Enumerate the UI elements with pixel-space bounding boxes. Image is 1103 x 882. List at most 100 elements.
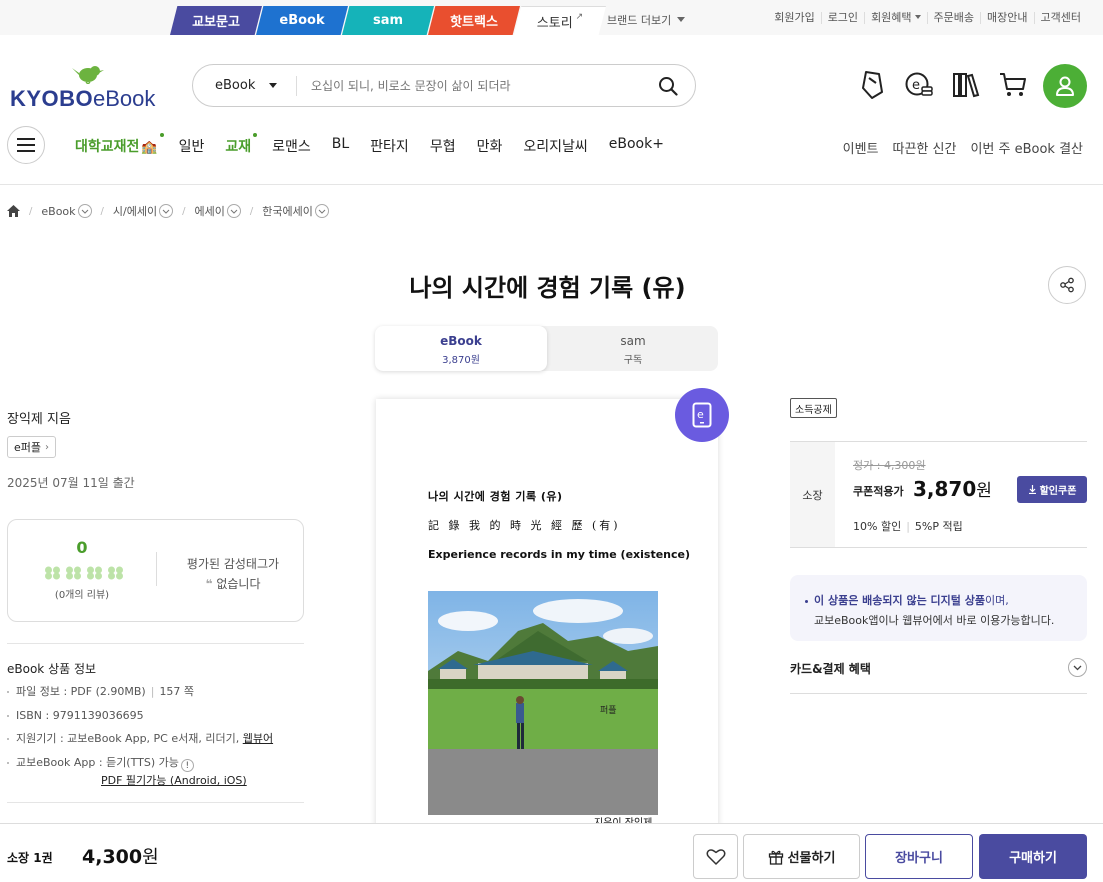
download-icon: [1028, 485, 1036, 494]
brand-more-dropdown[interactable]: 브랜드 더보기: [607, 12, 686, 28]
total-price: 4,300원: [82, 846, 159, 868]
home-icon[interactable]: [7, 205, 20, 217]
caret-down-icon: [677, 17, 686, 22]
new-dot: [159, 133, 164, 137]
nav-item-ebookplus[interactable]: eBook+: [609, 136, 664, 156]
share-button[interactable]: [1048, 266, 1086, 304]
breadcrumb-item[interactable]: 에세이: [194, 203, 241, 219]
search-input[interactable]: [297, 78, 641, 93]
review-count[interactable]: (0개의 리뷰): [8, 586, 156, 601]
ebook-badge: e: [675, 388, 729, 442]
bookmark-icon[interactable]: [855, 68, 889, 102]
web-viewer-link[interactable]: 웹뷰어: [243, 732, 273, 745]
search-icon[interactable]: [641, 76, 695, 96]
discount-coupon-button[interactable]: 할인쿠폰: [1017, 476, 1087, 503]
brand-tabs: 교보문고 eBook sam 핫트랙스 스토리 ↗: [170, 6, 606, 35]
book-cover[interactable]: 나의 시간에 경험 기록 (유) 記 錄 我 的 時 光 經 歷 (有) Exp…: [376, 399, 718, 829]
divider: [7, 643, 304, 644]
school-icon: 🏫: [141, 140, 158, 155]
rating-clovers: [44, 566, 128, 584]
breadcrumb-item[interactable]: eBook: [41, 204, 92, 218]
cover-title-hanja: 記 錄 我 的 時 光 經 歷 (有): [428, 519, 621, 532]
store-info-link[interactable]: 매장안내: [980, 12, 1033, 24]
publish-date: 2025년 07월 11일 출간: [7, 476, 135, 490]
header-divider: [0, 184, 1103, 185]
customer-center-link[interactable]: 고객센터: [1033, 12, 1087, 24]
cover-title-english: Experience records in my time (existence…: [428, 548, 691, 561]
brand-tab-hottracks[interactable]: 핫트랙스: [428, 6, 520, 35]
card-benefits-accordion[interactable]: 카드&결제 혜택: [790, 650, 1087, 694]
order-delivery-link[interactable]: 주문배송: [926, 12, 980, 24]
cover-photo: 퍼플: [428, 591, 658, 815]
search-bar: eBook: [192, 64, 696, 107]
cover-title: 나의 시간에 경험 기록 (유): [428, 490, 563, 503]
nav-item-university[interactable]: 대학교재전 🏫: [75, 133, 164, 156]
library-icon[interactable]: [949, 68, 983, 102]
chevron-down-icon: [226, 204, 241, 218]
publisher-link[interactable]: e퍼플 ›: [7, 436, 57, 458]
header-icons: e: [855, 68, 1043, 102]
chevron-down-icon: [314, 204, 329, 218]
nav-events[interactable]: 이벤트: [843, 138, 879, 157]
breadcrumb-item[interactable]: 시/에세이: [113, 203, 174, 219]
logo-bird-icon: [72, 66, 104, 84]
ebook-device-icon: e: [692, 402, 712, 428]
coupon-price-label: 쿠폰적용가: [853, 485, 904, 498]
profile-button[interactable]: [1043, 64, 1087, 108]
pdf-note-link[interactable]: PDF 필기가능 (Android, iOS): [101, 772, 247, 788]
ecash-icon[interactable]: e: [902, 68, 936, 102]
new-dot: [253, 133, 258, 137]
nav-item-textbook[interactable]: 교재: [225, 133, 258, 156]
brand-tab-kyobo[interactable]: 교보문고: [170, 6, 262, 35]
nav-right-links: 이벤트 따끈한 신간 이번 주 eBook 결산: [829, 138, 1083, 157]
nav-item-general[interactable]: 일반: [179, 136, 205, 156]
nav-item-bl[interactable]: BL: [332, 136, 349, 156]
member-benefits-link[interactable]: 회원혜택: [864, 12, 926, 24]
menu-button[interactable]: [7, 126, 45, 164]
kyobo-ebook-logo[interactable]: KYOBO eBook: [10, 62, 165, 111]
info-isbn: ISBN : 9791139036695: [7, 708, 273, 732]
login-link[interactable]: 로그인: [820, 12, 864, 24]
logo-ebook-text: eBook: [93, 86, 156, 111]
nav-item-fantasy[interactable]: 판타지: [370, 136, 409, 156]
author-link[interactable]: 장익제 지음: [7, 408, 71, 427]
brand-tab-sam[interactable]: sam: [342, 6, 434, 35]
discount-info: 10% 할인 | 5%P 적립: [853, 520, 963, 533]
divider: [156, 552, 157, 586]
top-utility-bar: 교보문고 eBook sam 핫트랙스 스토리 ↗ 브랜드 더보기 회원가입 로그…: [0, 0, 1103, 35]
product-title: 나의 시간에 경험 기록 (유): [409, 274, 686, 302]
review-summary: 0 (0개의 리뷰) 평가된 감성태그가 ❝ 없습니다: [7, 519, 304, 622]
breadcrumb: / eBook / 시/에세이 / 에세이 / 한국에세이: [7, 203, 329, 219]
svg-text:퍼플: 퍼플: [600, 705, 617, 716]
chevron-right-icon: ›: [45, 441, 50, 453]
clover-icon: [65, 566, 82, 584]
nav-item-romance[interactable]: 로맨스: [272, 136, 311, 156]
nav-weekly-summary[interactable]: 이번 주 eBook 결산: [970, 138, 1083, 157]
tab-sam[interactable]: sam 구독: [547, 326, 719, 371]
tab-ebook[interactable]: eBook 3,870원: [375, 326, 547, 371]
ebook-info-title: eBook 상품 정보: [7, 662, 97, 676]
search-category-select[interactable]: eBook: [193, 75, 297, 96]
nav-item-comics[interactable]: 만화: [477, 136, 503, 156]
signup-link[interactable]: 회원가입: [768, 12, 820, 24]
logo-kyobo-text: KYOBO: [10, 86, 94, 111]
breadcrumb-item[interactable]: 한국에세이: [262, 203, 329, 219]
emotion-tags: 평가된 감성태그가 ❝ 없습니다: [186, 557, 280, 591]
add-to-cart-button[interactable]: 장바구니: [865, 834, 973, 879]
wishlist-button[interactable]: [693, 834, 738, 879]
review-score: 0: [76, 538, 88, 557]
buy-now-button[interactable]: 구매하기: [979, 834, 1087, 879]
nav-new-releases[interactable]: 따끈한 신간: [893, 138, 957, 157]
chevron-down-icon: [159, 204, 174, 218]
caret-down-icon: [269, 83, 278, 88]
quantity-label: 소장 1권: [7, 851, 53, 865]
nav-item-original[interactable]: 오리지날씨: [523, 136, 587, 156]
brand-tab-story[interactable]: 스토리 ↗: [514, 6, 606, 35]
gift-button[interactable]: 선물하기: [743, 834, 860, 879]
nav-item-martial[interactable]: 무협: [430, 136, 456, 156]
cart-icon[interactable]: [996, 68, 1030, 102]
chevron-down-icon: [77, 204, 92, 218]
info-icon[interactable]: !: [180, 759, 194, 772]
brand-tab-ebook[interactable]: eBook: [256, 6, 348, 35]
chevron-down-icon: [1068, 658, 1087, 677]
